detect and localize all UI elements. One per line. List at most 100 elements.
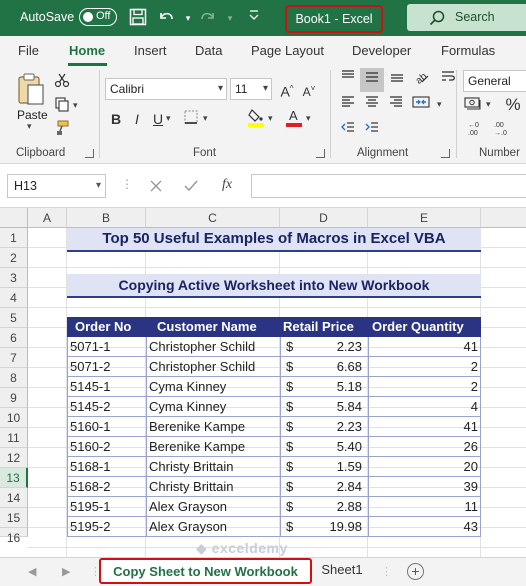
decrease-indent-icon[interactable] bbox=[338, 120, 358, 140]
cell-customer-name[interactable]: Christopher Schild bbox=[149, 357, 278, 377]
row-header[interactable]: 10 bbox=[0, 408, 28, 428]
redo-dropdown-icon[interactable]: ▾ bbox=[220, 8, 240, 28]
cell-currency-symbol[interactable]: $ bbox=[286, 337, 298, 357]
cell-currency-symbol[interactable]: $ bbox=[286, 497, 298, 517]
cell-currency-symbol[interactable]: $ bbox=[286, 397, 298, 417]
undo-dropdown-icon[interactable]: ▾ bbox=[178, 8, 198, 28]
bottom-align-icon[interactable] bbox=[387, 68, 407, 88]
cell-currency-symbol[interactable]: $ bbox=[286, 357, 298, 377]
row-header[interactable]: 13 bbox=[0, 468, 28, 488]
cell-order-quantity[interactable]: 41 bbox=[371, 417, 478, 437]
save-icon[interactable] bbox=[128, 8, 148, 28]
copy-icon[interactable] bbox=[52, 96, 72, 116]
orientation-icon[interactable]: ab bbox=[411, 68, 431, 88]
borders-icon[interactable] bbox=[181, 109, 201, 129]
cell-customer-name[interactable]: Cyma Kinney bbox=[149, 397, 278, 417]
undo-icon[interactable] bbox=[156, 8, 176, 28]
cell-retail-price[interactable]: 6.68 bbox=[298, 357, 362, 377]
font-color-dropdown-icon[interactable]: ▾ bbox=[306, 113, 311, 124]
cell-order-quantity[interactable]: 4 bbox=[371, 397, 478, 417]
increase-font-size-icon[interactable]: A^ bbox=[277, 79, 297, 100]
row-header[interactable]: 14 bbox=[0, 488, 28, 508]
font-color-icon[interactable]: A bbox=[284, 107, 304, 127]
cell-order-no[interactable]: 5145-2 bbox=[70, 397, 144, 417]
column-header-d[interactable]: D bbox=[280, 208, 368, 228]
paste-icon[interactable] bbox=[16, 72, 46, 106]
cell-currency-symbol[interactable]: $ bbox=[286, 477, 298, 497]
cell-order-no[interactable]: 5168-1 bbox=[70, 457, 144, 477]
increase-indent-icon[interactable] bbox=[362, 120, 382, 140]
cell-order-no[interactable]: 5071-2 bbox=[70, 357, 144, 377]
row-header[interactable]: 2 bbox=[0, 248, 28, 268]
row-header[interactable]: 15 bbox=[0, 508, 28, 528]
italic-button[interactable]: I bbox=[127, 109, 147, 129]
cell-currency-symbol[interactable]: $ bbox=[286, 377, 298, 397]
currency-dropdown-icon[interactable]: ▾ bbox=[486, 99, 491, 110]
cell-retail-price[interactable]: 5.84 bbox=[298, 397, 362, 417]
cancel-icon[interactable] bbox=[146, 176, 166, 196]
name-box[interactable]: H13 ▾ bbox=[7, 174, 106, 198]
insert-function-icon[interactable]: fx bbox=[222, 177, 232, 193]
cell-retail-price[interactable]: 2.88 bbox=[298, 497, 362, 517]
cell-order-no[interactable]: 5071-1 bbox=[70, 337, 144, 357]
row-header[interactable]: 4 bbox=[0, 288, 28, 308]
cell-retail-price[interactable]: 2.84 bbox=[298, 477, 362, 497]
search-box[interactable]: Search bbox=[407, 4, 526, 31]
borders-dropdown-icon[interactable]: ▾ bbox=[203, 113, 208, 124]
worksheet-grid[interactable]: A B C D E 1 2 3 4 5 6 7 8 9 10 11 12 13 14 15 16 Top 50… bbox=[0, 208, 526, 557]
clipboard-launcher-icon[interactable] bbox=[85, 149, 94, 158]
tab-insert[interactable]: Insert bbox=[134, 43, 167, 58]
cell-order-no[interactable]: 5195-1 bbox=[70, 497, 144, 517]
cell-order-no[interactable]: 5168-2 bbox=[70, 477, 144, 497]
tab-page-layout[interactable]: Page Layout bbox=[251, 43, 324, 58]
column-header-c[interactable]: C bbox=[146, 208, 280, 228]
sheet-tab-sheet1[interactable]: Sheet1 bbox=[318, 558, 366, 584]
cell-customer-name[interactable]: Christy Brittain bbox=[149, 457, 278, 477]
cell-customer-name[interactable]: Alex Grayson bbox=[149, 517, 278, 537]
tab-formulas[interactable]: Formulas bbox=[441, 43, 495, 58]
sheet-tab-copy-sheet[interactable]: Copy Sheet to New Workbook bbox=[99, 558, 312, 584]
number-format-dropdown[interactable]: General bbox=[463, 70, 526, 92]
cell-order-quantity[interactable]: 39 bbox=[371, 477, 478, 497]
cell-retail-price[interactable]: 19.98 bbox=[298, 517, 362, 537]
cell-retail-price[interactable]: 5.40 bbox=[298, 437, 362, 457]
cell-currency-symbol[interactable]: $ bbox=[286, 517, 298, 537]
top-align-icon[interactable] bbox=[338, 68, 358, 88]
font-name-dropdown[interactable]: Calibri ▾ bbox=[105, 78, 227, 100]
wrap-text-icon[interactable] bbox=[438, 68, 458, 88]
cell-currency-symbol[interactable]: $ bbox=[286, 457, 298, 477]
enter-icon[interactable] bbox=[181, 176, 201, 196]
cell-order-quantity[interactable]: 2 bbox=[371, 377, 478, 397]
tab-home[interactable]: Home bbox=[69, 43, 105, 58]
row-header[interactable]: 16 bbox=[0, 528, 28, 545]
underline-button[interactable]: U bbox=[148, 109, 168, 129]
column-header-a[interactable]: A bbox=[28, 208, 67, 228]
cell-order-no[interactable]: 5160-1 bbox=[70, 417, 144, 437]
cut-icon[interactable] bbox=[52, 72, 72, 92]
percent-style-button[interactable]: % bbox=[503, 95, 523, 115]
next-sheet-icon[interactable]: ▶ bbox=[62, 565, 70, 578]
cell-customer-name[interactable]: Alex Grayson bbox=[149, 497, 278, 517]
previous-sheet-icon[interactable]: ◀ bbox=[28, 565, 36, 578]
drag-handle-icon[interactable]: ⋮ bbox=[381, 565, 392, 578]
merge-dropdown-icon[interactable]: ▾ bbox=[437, 99, 442, 110]
cell-currency-symbol[interactable]: $ bbox=[286, 437, 298, 457]
align-left-icon[interactable] bbox=[338, 94, 358, 114]
row-header[interactable]: 6 bbox=[0, 328, 28, 348]
cell-retail-price[interactable]: 2.23 bbox=[298, 417, 362, 437]
column-header-f[interactable] bbox=[481, 208, 526, 228]
row-header[interactable]: 1 bbox=[0, 228, 28, 248]
middle-align-icon[interactable] bbox=[360, 68, 384, 92]
cell-order-no[interactable]: 5195-2 bbox=[70, 517, 144, 537]
cell-retail-price[interactable]: 5.18 bbox=[298, 377, 362, 397]
tab-file[interactable]: File bbox=[18, 43, 39, 58]
format-painter-icon[interactable] bbox=[52, 120, 72, 140]
paste-dropdown-icon[interactable]: ▾ bbox=[27, 121, 32, 132]
currency-format-icon[interactable] bbox=[463, 94, 483, 114]
underline-dropdown-icon[interactable]: ▾ bbox=[166, 113, 171, 124]
redo-icon[interactable] bbox=[198, 8, 218, 28]
cell-order-no[interactable]: 5160-2 bbox=[70, 437, 144, 457]
font-size-dropdown[interactable]: 11 ▾ bbox=[230, 78, 272, 100]
align-center-icon[interactable] bbox=[362, 94, 382, 114]
cell-customer-name[interactable]: Cyma Kinney bbox=[149, 377, 278, 397]
